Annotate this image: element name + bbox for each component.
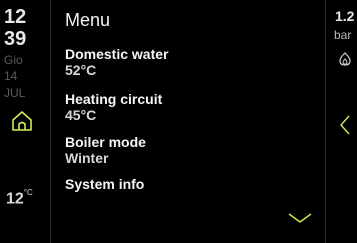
menu-item-value: 45°C (65, 107, 97, 123)
menu-item-value: Winter (65, 150, 109, 166)
outside-temperature: 12°C (6, 188, 33, 208)
chevron-left-icon[interactable] (339, 114, 351, 136)
home-icon[interactable] (9, 108, 35, 134)
menu-title: Menu (65, 10, 111, 30)
clock-minute: 39 (4, 28, 27, 50)
menu-item-label: System info (65, 176, 145, 192)
menu-item-label: Heating circuit (65, 91, 163, 107)
outside-temperature-unit: °C (23, 188, 33, 197)
left-divider (50, 0, 51, 243)
chevron-down-icon[interactable] (287, 210, 313, 226)
date-day: 14 (4, 69, 18, 83)
menu-item-label: Boiler mode (65, 134, 146, 150)
pressure-unit: bar (334, 28, 352, 42)
flame-icon (339, 52, 351, 66)
date-weekday: Gio (4, 53, 23, 67)
left-status-column: 12 39 Gio 14 JUL 12°C (0, 0, 50, 243)
date-month: JUL (4, 86, 26, 100)
pressure-value: 1.2 (335, 8, 355, 24)
menu-item-value: 52°C (65, 62, 97, 78)
outside-temperature-value: 12 (6, 190, 24, 208)
clock-hour: 12 (4, 6, 27, 28)
menu-item-domestic-water[interactable]: Domestic water 52°C (65, 46, 168, 78)
right-status-column: 1.2 bar (326, 0, 357, 243)
menu-item-system-info[interactable]: System info (65, 176, 144, 192)
menu-item-heating-circuit[interactable]: Heating circuit 45°C (65, 91, 162, 123)
menu-item-label: Domestic water (65, 46, 169, 62)
menu-item-boiler-mode[interactable]: Boiler mode Winter (65, 134, 146, 166)
